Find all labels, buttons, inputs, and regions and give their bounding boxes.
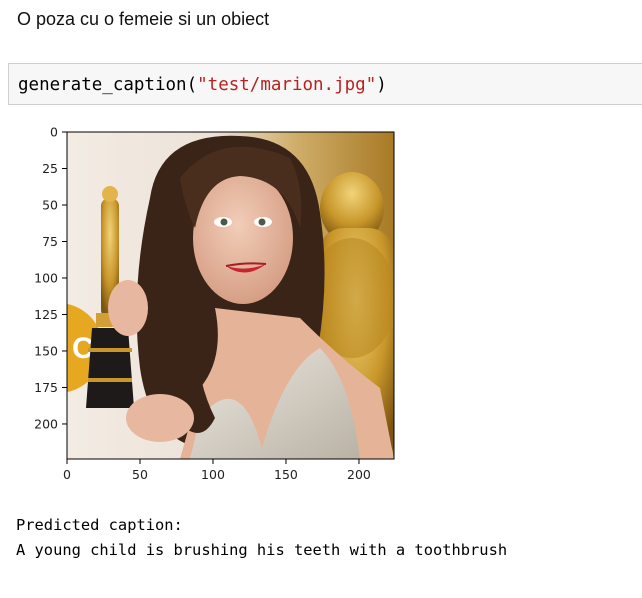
x-tick-label: 100: [201, 467, 225, 482]
photo-woman-holding-trophy: C: [67, 132, 394, 459]
x-tick-label: 150: [274, 467, 298, 482]
x-axis-ticks: 0 50 100 150 200: [63, 459, 371, 482]
output-caption-text: A young child is brushing his teeth with…: [16, 541, 508, 559]
y-tick-label: 0: [50, 125, 58, 140]
code-function-name: generate_caption: [18, 75, 187, 95]
y-tick-label: 150: [34, 343, 58, 358]
y-tick-label: 50: [42, 197, 58, 212]
y-tick-label: 75: [42, 234, 58, 249]
y-axis-ticks: 0 25 50 75 100 125 150 175 200: [34, 125, 67, 431]
y-tick-label: 200: [34, 416, 58, 431]
code-string-argument: "test/marion.jpg": [197, 75, 377, 95]
y-tick-label: 100: [34, 270, 58, 285]
code-line[interactable]: generate_caption("test/marion.jpg"): [18, 74, 387, 96]
x-tick-label: 0: [63, 467, 71, 482]
output-caption-label: Predicted caption:: [16, 516, 183, 534]
output-area: Predicted caption: A young child is brus…: [16, 513, 507, 563]
y-tick-label: 125: [34, 307, 58, 322]
code-cell[interactable]: generate_caption("test/marion.jpg"): [8, 63, 642, 105]
x-tick-label: 50: [132, 467, 148, 482]
markdown-text: O poza cu o femeie si un obiect: [17, 9, 270, 29]
code-close-paren: ): [376, 75, 387, 95]
x-tick-label: 200: [347, 467, 371, 482]
image-plot: C 0 50 100 150 200 0 25 50 75 100 125 15…: [0, 118, 420, 498]
code-open-paren: (: [186, 75, 198, 95]
y-tick-label: 25: [42, 161, 58, 176]
plot-svg: C 0 50 100 150 200 025507510012515017520…: [34, 125, 395, 482]
y-tick-label: 175: [34, 380, 58, 395]
